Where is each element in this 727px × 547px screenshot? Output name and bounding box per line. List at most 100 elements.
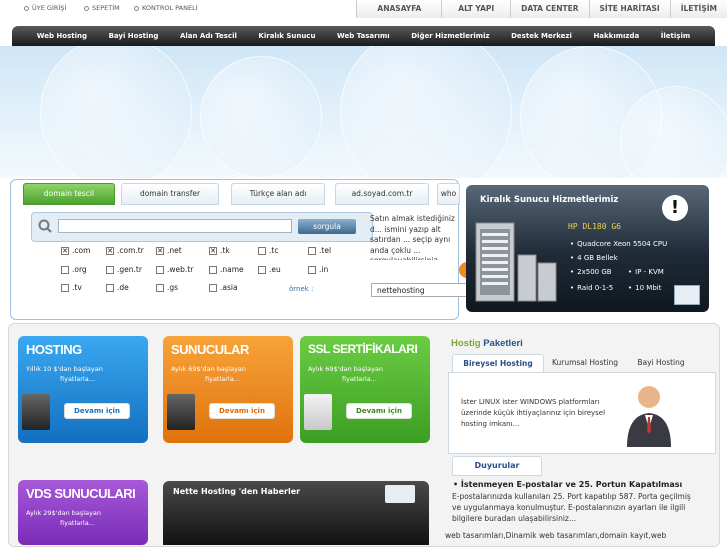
bullet-icon [84, 5, 89, 11]
sunucular-card[interactable]: SUNUCULAR Aylık 69$'dan başlayan fiyatlar… [163, 336, 293, 443]
tld-label: .org [72, 265, 87, 274]
checkbox[interactable] [156, 283, 164, 292]
news-title: Nette Hosting 'den Haberler [173, 487, 301, 496]
checkbox[interactable] [308, 246, 316, 255]
tld-option[interactable]: ✕ .net [156, 246, 182, 255]
menu-hakkimizda[interactable]: Hakkımızda [593, 32, 639, 40]
checkbox[interactable] [106, 265, 114, 274]
tab-domain-tescil[interactable]: domain tescil [23, 183, 115, 205]
tld-label: .com.tr [117, 246, 144, 255]
checkbox[interactable] [61, 265, 69, 274]
server-icon [22, 394, 50, 430]
tld-label: .net [167, 246, 182, 255]
checkbox[interactable] [308, 265, 316, 274]
domain-search-panel: domain tescil domain transfer Türkçe ala… [10, 179, 467, 320]
monitor-icon [674, 285, 700, 305]
menu-alan-adi-tescil[interactable]: Alan Adı Tescil [180, 32, 237, 40]
spec-raid: Raid 0-1-5 [570, 284, 613, 292]
tld-option[interactable]: .tel [308, 246, 331, 255]
tab-kurumsal-hosting[interactable]: Kurumsal Hosting [548, 354, 622, 372]
tld-option[interactable]: ✕ .com.tr [106, 246, 144, 255]
server-promo[interactable]: Kiralık Sunucu Hizmetlerimiz ! HP DL180 … [466, 185, 709, 312]
menu-bayi-hosting[interactable]: Bayi Hosting [109, 32, 159, 40]
checkbox[interactable] [106, 283, 114, 292]
spec-memory: 4 GB Bellek [570, 254, 618, 262]
member-login-link[interactable]: ÜYE GİRİŞİ [24, 4, 66, 12]
ssl-card[interactable]: SSL SERTİFİKALARI Aylık 69$'dan başlayan… [300, 336, 430, 443]
tab-whois[interactable]: who [437, 183, 460, 205]
menu-web-hosting[interactable]: Web Hosting [37, 32, 87, 40]
tld-option[interactable]: ✕ .com [61, 246, 90, 255]
tld-option[interactable]: .asia [209, 283, 238, 292]
tld-option[interactable]: .tv [61, 283, 82, 292]
server-rack-icon [475, 222, 557, 302]
tld-option[interactable]: .de [106, 283, 129, 292]
tld-option[interactable]: .in [308, 265, 328, 274]
hosting-card[interactable]: HOSTING Yıllık 10 $'dan başlayan fiyatlar… [18, 336, 148, 443]
tld-option[interactable]: .gs [156, 283, 178, 292]
checkbox[interactable] [258, 246, 266, 255]
card-subtitle: Aylık 69$'dan başlayan fiyatlarla... [308, 365, 384, 383]
tab-ad-soyad[interactable]: ad.soyad.com.tr [335, 183, 429, 205]
news-panel: Nette Hosting 'den Haberler [163, 481, 429, 545]
devami-icin-button[interactable]: Devamı için [346, 403, 412, 419]
nav-data-center[interactable]: DATA CENTER [510, 0, 589, 18]
card-title: SUNUCULAR [171, 342, 249, 357]
checkbox[interactable] [209, 283, 217, 292]
card-subtitle: Aylık 69$'dan başlayan fiyatlarla... [171, 365, 247, 383]
menu-iletisim[interactable]: İletişim [661, 32, 690, 40]
checkbox[interactable]: ✕ [61, 246, 69, 255]
bullet-icon [134, 5, 139, 11]
control-panel-link[interactable]: KONTROL PANELİ [134, 4, 198, 12]
announcement-body: E-postalarınızda kullanılan 25. Port kap… [452, 492, 691, 523]
site-nav: ANASAYFA ALT YAPI DATA CENTER SİTE HARİT… [356, 0, 727, 18]
nav-alt-yapi[interactable]: ALT YAPI [441, 0, 511, 18]
hosting-package-body: İster LINUX ister WINDOWS platformları ü… [448, 372, 716, 454]
menu-kiralik-sunucu[interactable]: Kiralık Sunucu [258, 32, 315, 40]
checkbox[interactable]: ✕ [209, 246, 217, 255]
tld-option[interactable]: .eu [258, 265, 281, 274]
tld-option[interactable]: ✕ .tk [209, 246, 230, 255]
sorgula-button[interactable]: sorgula [298, 219, 356, 234]
nav-iletisim[interactable]: İLETİŞİM [669, 0, 727, 18]
card-title: HOSTING [26, 342, 82, 357]
ornek-label: örnek : [289, 285, 314, 293]
menu-diger-hizmetler[interactable]: Diğer Hizmetlerimiz [411, 32, 489, 40]
card-subtitle: Aylık 29$'dan başlayan fiyatlarla... [26, 509, 102, 527]
example-domain-field[interactable]: nettehosting [371, 283, 467, 297]
domain-search-input[interactable] [58, 219, 292, 233]
banner-bubble [340, 46, 512, 178]
announcement-title[interactable]: • İstenmeyen E-postalar ve 25. Portun Ka… [453, 480, 682, 489]
tab-turkce-alan-adi[interactable]: Türkçe alan adı [231, 183, 325, 205]
tld-option[interactable]: .gen.tr [106, 265, 142, 274]
tab-duyurular[interactable]: Duyurular [452, 456, 542, 476]
tab-bayi-hosting[interactable]: Bayi Hosting [628, 354, 694, 372]
banner-bubble [40, 46, 192, 178]
hosting-packages-title: Hostig Paketleri [451, 338, 523, 349]
seo-text: web tasarımları,Dinamik web tasarımları,… [445, 531, 667, 540]
devami-icin-button[interactable]: Devamı için [209, 403, 275, 419]
spec-kvm: IP - KVM [628, 268, 664, 276]
cart-link[interactable]: SEPETİM [84, 4, 120, 12]
nav-anasayfa[interactable]: ANASAYFA [356, 0, 442, 18]
nav-site-haritasi[interactable]: SİTE HARİTASI [588, 0, 670, 18]
tab-bireysel-hosting[interactable]: Bireysel Hosting [452, 354, 544, 373]
tld-option[interactable]: .tc [258, 246, 278, 255]
tld-option[interactable]: .web.tr [156, 265, 193, 274]
menu-destek-merkezi[interactable]: Destek Merkezi [511, 32, 572, 40]
checkbox[interactable] [209, 265, 217, 274]
menu-web-tasarimi[interactable]: Web Tasarımı [337, 32, 390, 40]
alert-icon: ! [662, 195, 688, 221]
checkbox[interactable] [156, 265, 164, 274]
devami-icin-button[interactable]: Devamı için [64, 403, 130, 419]
checkbox[interactable] [258, 265, 266, 274]
vds-card[interactable]: VDS SUNUCULARI Aylık 29$'dan başlayan fiy… [18, 480, 148, 545]
checkbox[interactable]: ✕ [156, 246, 164, 255]
tld-option[interactable]: .name [209, 265, 244, 274]
checkbox[interactable]: ✕ [106, 246, 114, 255]
tld-option[interactable]: .org [61, 265, 87, 274]
bullet-icon [24, 5, 29, 11]
tab-domain-transfer[interactable]: domain transfer [121, 183, 219, 205]
domain-search-bar: sorgula [31, 212, 373, 242]
checkbox[interactable] [61, 283, 69, 292]
